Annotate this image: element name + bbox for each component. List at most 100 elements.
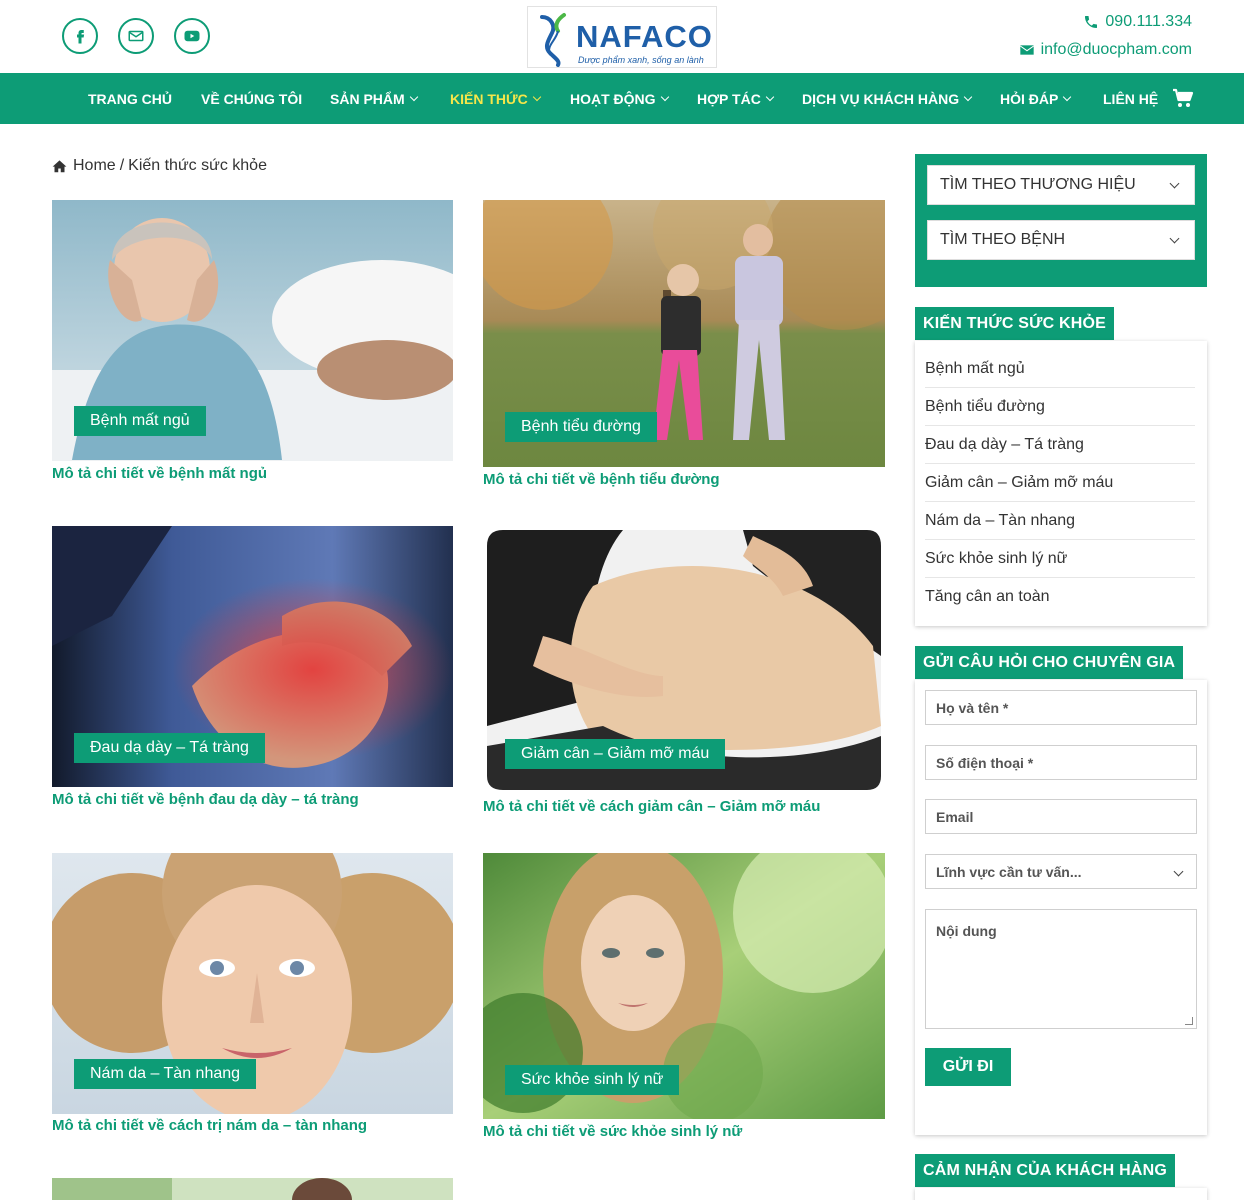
logo-brand: NAFACO bbox=[576, 19, 713, 54]
post-card[interactable]: Giảm cân – Giảm mỡ máu Mô tả chi tiết về… bbox=[483, 526, 885, 822]
post-card[interactable]: Bệnh tiểu đường Mô tả chi tiết về bệnh t… bbox=[483, 200, 885, 496]
post-card[interactable]: Đau dạ dày – Tá tràng Mô tả chi tiết về … bbox=[52, 526, 453, 816]
nav-label: HỢP TÁC bbox=[697, 90, 761, 107]
top-header: NAFACO Dược phẩm xanh, sống an lành 090.… bbox=[0, 0, 1244, 73]
category-item[interactable]: Tăng cân an toàn bbox=[925, 578, 1195, 616]
nav-item-hop-tac[interactable]: HỢP TÁC bbox=[697, 73, 775, 124]
post-title[interactable]: Mô tả chi tiết về bệnh mất ngủ bbox=[52, 465, 267, 482]
chevron-down-icon bbox=[660, 92, 669, 101]
caduceus-logo-icon bbox=[540, 13, 566, 67]
category-item[interactable]: Nám da – Tàn nhang bbox=[925, 502, 1195, 540]
post-category-tag[interactable]: Bệnh mất ngủ bbox=[74, 406, 206, 436]
post-thumbnail[interactable] bbox=[52, 1178, 453, 1200]
nav-item-ve-chung-toi[interactable]: VỀ CHÚNG TÔI bbox=[201, 73, 302, 124]
main-nav: TRANG CHỦ VỀ CHÚNG TÔI SẢN PHẨM KIẾN THỨ… bbox=[0, 73, 1244, 124]
name-field[interactable]: Họ và tên * bbox=[925, 690, 1197, 725]
nav-label: LIÊN HỆ bbox=[1103, 90, 1159, 107]
chevron-down-icon bbox=[1173, 866, 1184, 877]
phone-contact[interactable]: 090.111.334 bbox=[1083, 13, 1192, 31]
name-placeholder: Họ và tên * bbox=[936, 699, 1009, 716]
nav-label: HOẠT ĐỘNG bbox=[570, 90, 656, 107]
email-icon bbox=[128, 30, 144, 42]
nav-label: VỀ CHÚNG TÔI bbox=[201, 90, 303, 107]
nav-item-lien-he[interactable]: LIÊN HỆ bbox=[1103, 73, 1158, 124]
breadcrumb: Home / Kiến thức sức khỏe bbox=[52, 157, 267, 175]
content-textarea[interactable]: Nội dung bbox=[925, 909, 1197, 1029]
nav-label: KIẾN THỨC bbox=[450, 90, 528, 107]
facebook-link[interactable] bbox=[62, 18, 98, 54]
topic-select[interactable]: Lĩnh vực cần tư vấn... bbox=[925, 854, 1197, 889]
breadcrumb-current: Kiến thức sức khỏe bbox=[128, 157, 267, 174]
post-category-tag[interactable]: Nám da – Tàn nhang bbox=[74, 1059, 257, 1089]
nav-item-kien-thuc[interactable]: KIẾN THỨC bbox=[450, 73, 541, 124]
nav-label: SẢN PHẨM bbox=[330, 90, 405, 107]
nav-label: TRANG CHỦ bbox=[88, 90, 172, 107]
post-title[interactable]: Mô tả chi tiết về bệnh tiểu đường bbox=[483, 471, 720, 488]
chevron-down-icon bbox=[765, 92, 775, 101]
ask-expert-widget-title: GỬI CÂU HỎI CHO CHUYÊN GIA bbox=[915, 646, 1184, 679]
post-title[interactable]: Mô tả chi tiết về cách trị nám da – tàn … bbox=[52, 1117, 367, 1134]
post-category-tag[interactable]: Bệnh tiểu đường bbox=[505, 412, 657, 442]
category-item[interactable]: Giảm cân – Giảm mỡ máu bbox=[925, 464, 1195, 502]
email-field[interactable]: Email bbox=[925, 799, 1197, 834]
post-title[interactable]: Mô tả chi tiết về cách giảm cân – Giảm m… bbox=[483, 798, 820, 815]
resize-handle-icon[interactable] bbox=[1185, 1017, 1193, 1025]
testimonials-widget bbox=[915, 1188, 1207, 1200]
post-card[interactable] bbox=[52, 1178, 453, 1200]
facebook-icon bbox=[77, 30, 85, 44]
chevron-down-icon bbox=[963, 92, 973, 101]
post-card[interactable]: Sức khỏe sinh lý nữ Mô tả chi tiết về sứ… bbox=[483, 853, 885, 1149]
phone-number: 090.111.334 bbox=[1105, 13, 1192, 30]
home-icon bbox=[52, 160, 67, 173]
breadcrumb-separator: / bbox=[119, 157, 125, 174]
chevron-down-icon bbox=[1169, 178, 1180, 189]
email-link[interactable] bbox=[118, 18, 154, 54]
youtube-icon bbox=[184, 30, 200, 42]
categories-widget-title: KIẾN THỨC SỨC KHỎE bbox=[915, 307, 1115, 340]
email-address: info@duocpham.com bbox=[1040, 41, 1192, 58]
disease-filter-select[interactable]: TÌM THEO BỆNH bbox=[927, 220, 1195, 260]
post-category-tag[interactable]: Đau dạ dày – Tá tràng bbox=[74, 733, 265, 763]
nav-item-hoat-dong[interactable]: HOẠT ĐỘNG bbox=[570, 73, 669, 124]
phone-field[interactable]: Số điện thoại * bbox=[925, 745, 1197, 780]
phone-icon bbox=[1085, 16, 1098, 28]
content-placeholder: Nội dung bbox=[936, 923, 997, 939]
post-card[interactable]: Bệnh mất ngủ Mô tả chi tiết về bệnh mất … bbox=[52, 200, 453, 490]
submit-button[interactable]: GỬI ĐI bbox=[925, 1048, 1011, 1086]
post-category-tag[interactable]: Giảm cân – Giảm mỡ máu bbox=[505, 739, 726, 769]
nav-label: HỎI ĐÁP bbox=[1000, 90, 1059, 107]
chevron-down-icon bbox=[409, 92, 418, 101]
nav-item-hoi-dap[interactable]: HỎI ĐÁP bbox=[1000, 73, 1072, 124]
logo-slogan: Dược phẩm xanh, sống an lành bbox=[578, 55, 704, 65]
post-card[interactable]: Nám da – Tàn nhang Mô tả chi tiết về các… bbox=[52, 853, 453, 1143]
breadcrumb-home[interactable]: Home bbox=[73, 157, 116, 175]
email-placeholder: Email bbox=[936, 808, 974, 825]
testimonials-widget-title: CẢM NHẬN CỦA KHÁCH HÀNG bbox=[915, 1154, 1175, 1187]
chevron-down-icon bbox=[532, 92, 541, 101]
chevron-down-icon bbox=[1063, 92, 1072, 101]
category-item[interactable]: Bệnh mất ngủ bbox=[925, 350, 1195, 388]
post-category-tag[interactable]: Sức khỏe sinh lý nữ bbox=[505, 1065, 680, 1095]
topic-select-label: Lĩnh vực cần tư vấn... bbox=[936, 863, 1082, 880]
category-item[interactable]: Đau dạ dày – Tá tràng bbox=[925, 426, 1195, 464]
disease-filter-label: TÌM THEO BỆNH bbox=[940, 231, 1066, 248]
chevron-down-icon bbox=[1169, 233, 1180, 244]
email-contact[interactable]: info@duocpham.com bbox=[1019, 41, 1192, 59]
nav-item-san-pham[interactable]: SẢN PHẨM bbox=[330, 73, 418, 124]
ask-expert-form: Họ và tên * Số điện thoại * Email Lĩnh v… bbox=[915, 680, 1207, 1135]
brand-filter-label: TÌM THEO THƯƠNG HIỆU bbox=[940, 176, 1136, 193]
category-item[interactable]: Bệnh tiểu đường bbox=[925, 388, 1195, 426]
brand-filter-select[interactable]: TÌM THEO THƯƠNG HIỆU bbox=[927, 165, 1195, 205]
filter-box: TÌM THEO THƯƠNG HIỆU TÌM THEO BỆNH bbox=[915, 154, 1207, 287]
category-item[interactable]: Sức khỏe sinh lý nữ bbox=[925, 540, 1195, 578]
nav-item-dich-vu[interactable]: DỊCH VỤ KHÁCH HÀNG bbox=[802, 73, 973, 124]
nav-item-trang-chu[interactable]: TRANG CHỦ bbox=[88, 73, 172, 124]
post-title[interactable]: Mô tả chi tiết về sức khỏe sinh lý nữ bbox=[483, 1123, 742, 1140]
nav-label: DỊCH VỤ KHÁCH HÀNG bbox=[802, 90, 960, 107]
youtube-link[interactable] bbox=[174, 18, 210, 54]
site-logo[interactable]: NAFACO Dược phẩm xanh, sống an lành bbox=[527, 6, 717, 68]
categories-widget: Bệnh mất ngủ Bệnh tiểu đường Đau dạ dày … bbox=[915, 341, 1207, 626]
cart-icon[interactable] bbox=[1172, 88, 1194, 108]
post-title[interactable]: Mô tả chi tiết về bệnh đau dạ dày – tá t… bbox=[52, 791, 359, 808]
envelope-icon bbox=[1019, 45, 1034, 55]
